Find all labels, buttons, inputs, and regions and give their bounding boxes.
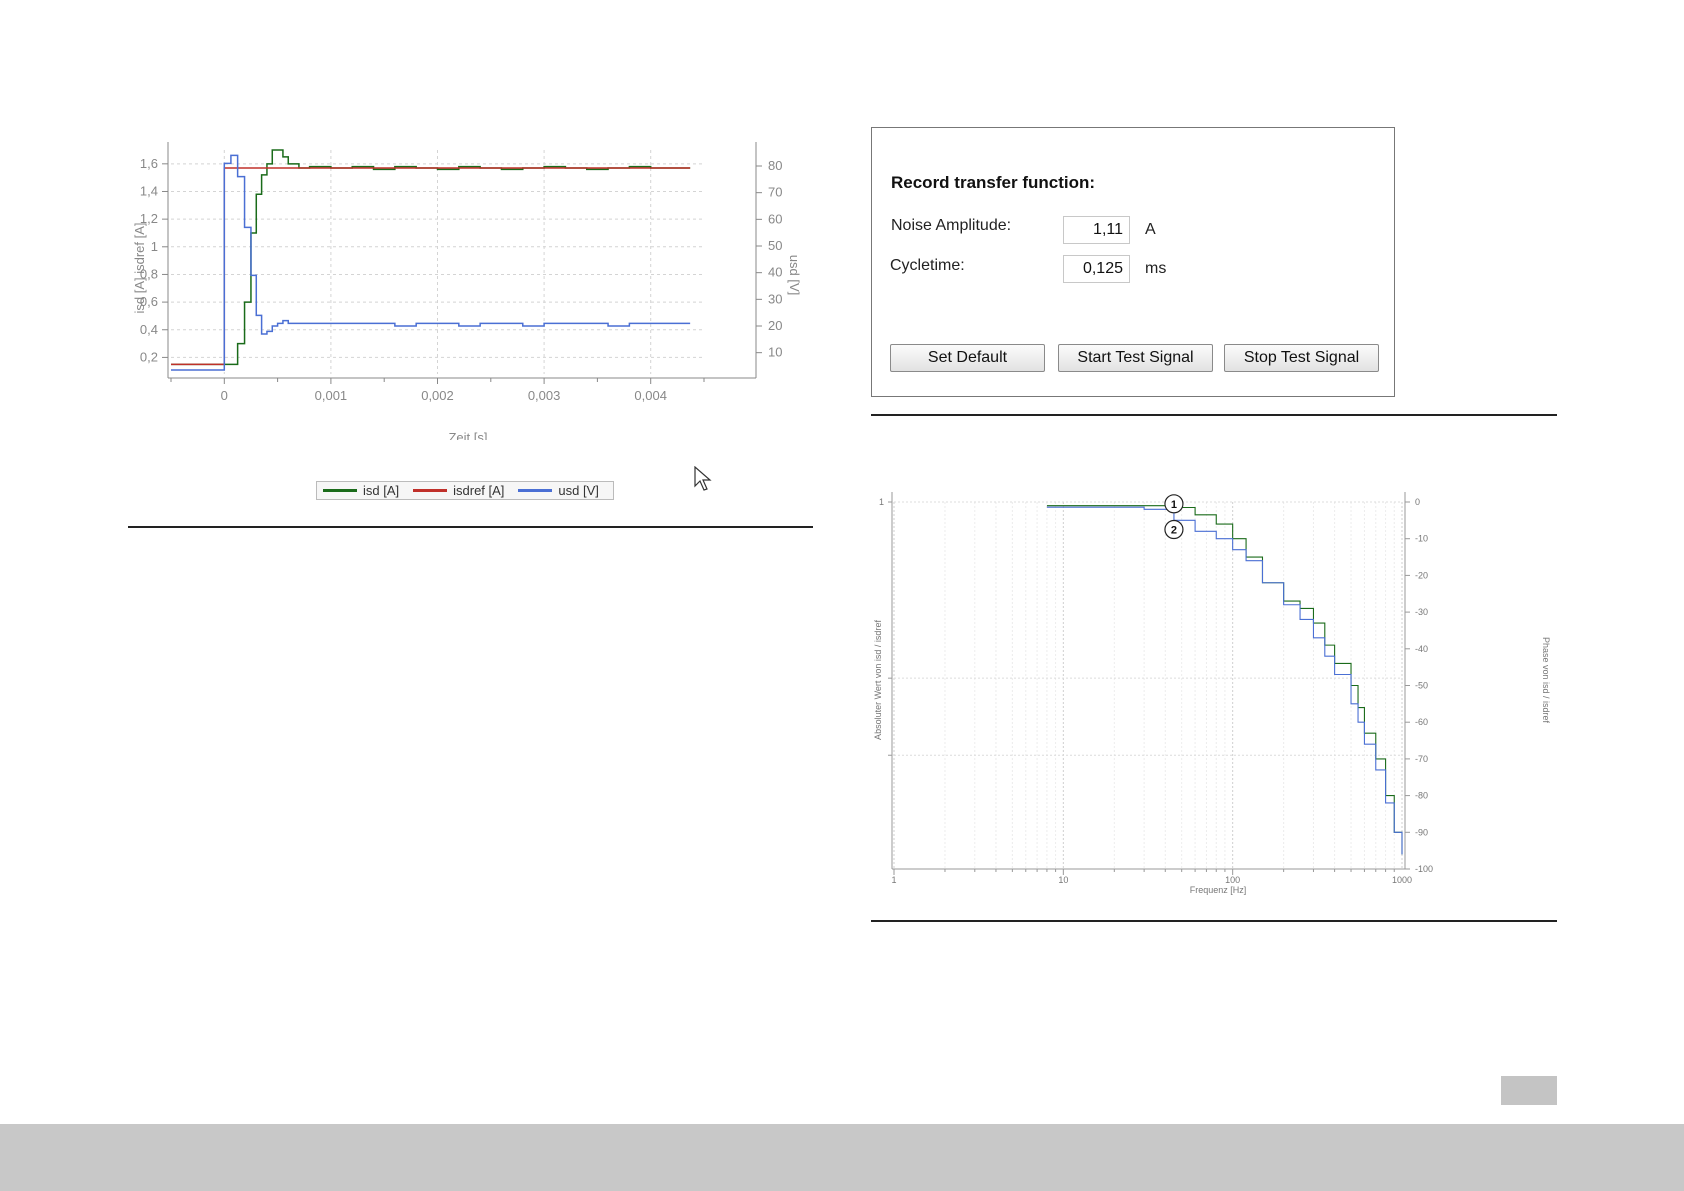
y2-tick-label: 10 — [768, 345, 782, 360]
y2-tick-label: 60 — [768, 211, 782, 226]
set-default-button[interactable]: Set Default — [890, 344, 1045, 372]
x-tick-label: 10 — [1058, 875, 1068, 885]
chart-axes: 1 10 100 10001 0-10-20-30-40-50-60-70-80-90-… — [879, 492, 1433, 885]
y-tick-label: 0,4 — [140, 322, 158, 337]
y2-tick-label: 30 — [768, 291, 782, 306]
legend-label: usd [V] — [558, 483, 599, 498]
x-tick-label: 0,001 — [315, 388, 348, 403]
x-tick-label: 0,003 — [528, 388, 561, 403]
legend-swatch — [413, 489, 448, 492]
series-usd — [171, 154, 691, 371]
footer-band — [0, 1124, 1684, 1191]
y2-tick-label: -70 — [1415, 754, 1428, 764]
x-tick-label: 100 — [1225, 875, 1240, 885]
page-number-box — [1501, 1076, 1557, 1105]
noise-amplitude-input[interactable] — [1063, 216, 1130, 244]
divider-left — [128, 526, 813, 528]
y2-tick-label: 20 — [768, 318, 782, 333]
step-response-chart: 0 0,001 0,002 0,003 0,0040,20,40,60,811,21,4… — [132, 142, 802, 440]
legend-label: isd [A] — [363, 483, 400, 498]
transfer-function-panel: Record transfer function: Noise Amplitud… — [871, 127, 1395, 397]
panel-title: Record transfer function: — [891, 173, 1096, 192]
legend-swatch — [518, 489, 553, 492]
x-axis-label: Frequenz [Hz] — [1190, 885, 1247, 895]
y-axis-left-label: isd [A] isdref [A] — [132, 222, 147, 313]
y2-tick-label: 0 — [1415, 497, 1420, 507]
bode-plot-chart: 1 10 100 10001 0-10-20-30-40-50-60-70-80-90-… — [873, 492, 1551, 895]
y-axis-right-label: usd [V] — [787, 255, 802, 295]
y2-tick-label: 40 — [768, 265, 782, 280]
noise-amplitude-unit: A — [1145, 221, 1156, 238]
y2-tick-label: 50 — [768, 238, 782, 253]
start-test-signal-button[interactable]: Start Test Signal — [1058, 344, 1213, 372]
x-tick-label: 0 — [221, 388, 228, 403]
cycletime-label: Cycletime: — [890, 257, 965, 274]
y2-tick-label: 70 — [768, 185, 782, 200]
y-tick-label: 1 — [879, 497, 884, 507]
y2-tick-label: -80 — [1415, 791, 1428, 801]
y2-tick-label: -30 — [1415, 607, 1428, 617]
divider-right-bottom — [871, 920, 1557, 922]
y2-tick-label: -20 — [1415, 570, 1428, 580]
legend-item: isdref [A] — [413, 483, 504, 498]
x-tick-label: 1 — [891, 875, 896, 885]
y-tick-label: 1,6 — [140, 156, 158, 171]
y2-tick-label: -100 — [1415, 864, 1433, 874]
chart-series — [171, 149, 691, 371]
y-tick-label: 1 — [151, 239, 158, 254]
legend-swatch — [323, 489, 357, 492]
chart-grid — [893, 501, 1403, 869]
divider-right-top — [871, 414, 1557, 416]
y-axis-right-label: Phase von isd / isdref — [1541, 637, 1551, 724]
y2-tick-label: -10 — [1415, 534, 1428, 544]
cycletime-input[interactable] — [1063, 255, 1130, 283]
stop-test-signal-button[interactable]: Stop Test Signal — [1224, 344, 1379, 372]
series-isd — [171, 149, 691, 366]
legend-item: isd [A] — [323, 483, 399, 498]
x-tick-label: 0,002 — [421, 388, 454, 403]
cycletime-unit: ms — [1145, 260, 1167, 277]
curve-marker-label: 1 — [1171, 499, 1177, 511]
y2-tick-label: 80 — [768, 158, 782, 173]
x-tick-label: 0,004 — [634, 388, 667, 403]
chart-legend: isd [A] isdref [A] usd [V] — [316, 481, 614, 500]
x-axis-label: Zeit [s] — [448, 430, 487, 440]
y-tick-label: 0,2 — [140, 349, 158, 364]
y2-tick-label: -90 — [1415, 827, 1428, 837]
x-tick-label: 1000 — [1392, 875, 1412, 885]
curve-marker-label: 2 — [1171, 525, 1177, 537]
y2-tick-label: -60 — [1415, 717, 1428, 727]
y2-tick-label: -40 — [1415, 644, 1428, 654]
y-axis-left-label: Absoluter Wert von isd / isdref — [873, 620, 883, 740]
series-isdref — [171, 167, 691, 366]
legend-label: isdref [A] — [453, 483, 505, 498]
mouse-cursor-icon — [694, 465, 712, 492]
legend-item: usd [V] — [518, 483, 599, 498]
y-tick-label: 1,4 — [140, 183, 158, 198]
y2-tick-label: -50 — [1415, 681, 1428, 691]
noise-amplitude-label: Noise Amplitude: — [891, 217, 1012, 234]
